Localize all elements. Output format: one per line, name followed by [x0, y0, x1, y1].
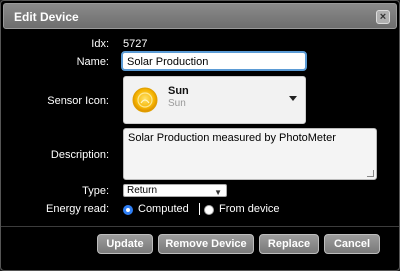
idx-value: 5727: [123, 38, 148, 50]
radio-computed[interactable]: [123, 205, 133, 215]
radio-from-device-label: From device: [219, 203, 280, 215]
option-separator: [199, 203, 200, 215]
radio-from-device[interactable]: [204, 205, 214, 215]
type-label: Type:: [82, 185, 109, 197]
footer-divider: [1, 226, 399, 227]
chevron-down-icon: ▼: [214, 188, 222, 197]
update-button[interactable]: Update: [97, 234, 153, 254]
name-label: Name:: [76, 56, 109, 68]
resize-grip-icon[interactable]: [367, 170, 374, 177]
close-icon[interactable]: ×: [376, 10, 390, 24]
idx-label: Idx:: [91, 38, 109, 50]
remove-device-button[interactable]: Remove Device: [158, 234, 254, 254]
sensor-icon-subtitle: Sun: [168, 98, 186, 109]
sensor-icon-dropdown[interactable]: Sun Sun: [123, 76, 306, 124]
sun-icon: [132, 87, 158, 113]
cancel-button[interactable]: Cancel: [324, 234, 380, 254]
description-text: Solar Production measured by PhotoMeter: [128, 132, 336, 144]
chevron-down-icon: [289, 96, 297, 101]
sensor-icon-title: Sun: [168, 85, 189, 97]
energy-read-label: Energy read:: [46, 203, 109, 215]
description-textarea[interactable]: Solar Production measured by PhotoMeter: [123, 128, 377, 180]
dialog-title: Edit Device: [14, 10, 79, 24]
name-input[interactable]: Solar Production: [121, 51, 307, 71]
type-select-value: Return: [127, 185, 158, 196]
description-label: Description:: [50, 149, 109, 161]
dialog-titlebar[interactable]: Edit Device ×: [3, 3, 397, 29]
sensor-icon-label: Sensor Icon:: [47, 95, 109, 107]
radio-computed-label: Computed: [138, 203, 189, 215]
replace-button[interactable]: Replace: [259, 234, 319, 254]
edit-device-dialog: Edit Device × Idx: 5727 Name: Solar Prod…: [0, 0, 400, 271]
type-select[interactable]: Return ▼: [123, 184, 227, 197]
